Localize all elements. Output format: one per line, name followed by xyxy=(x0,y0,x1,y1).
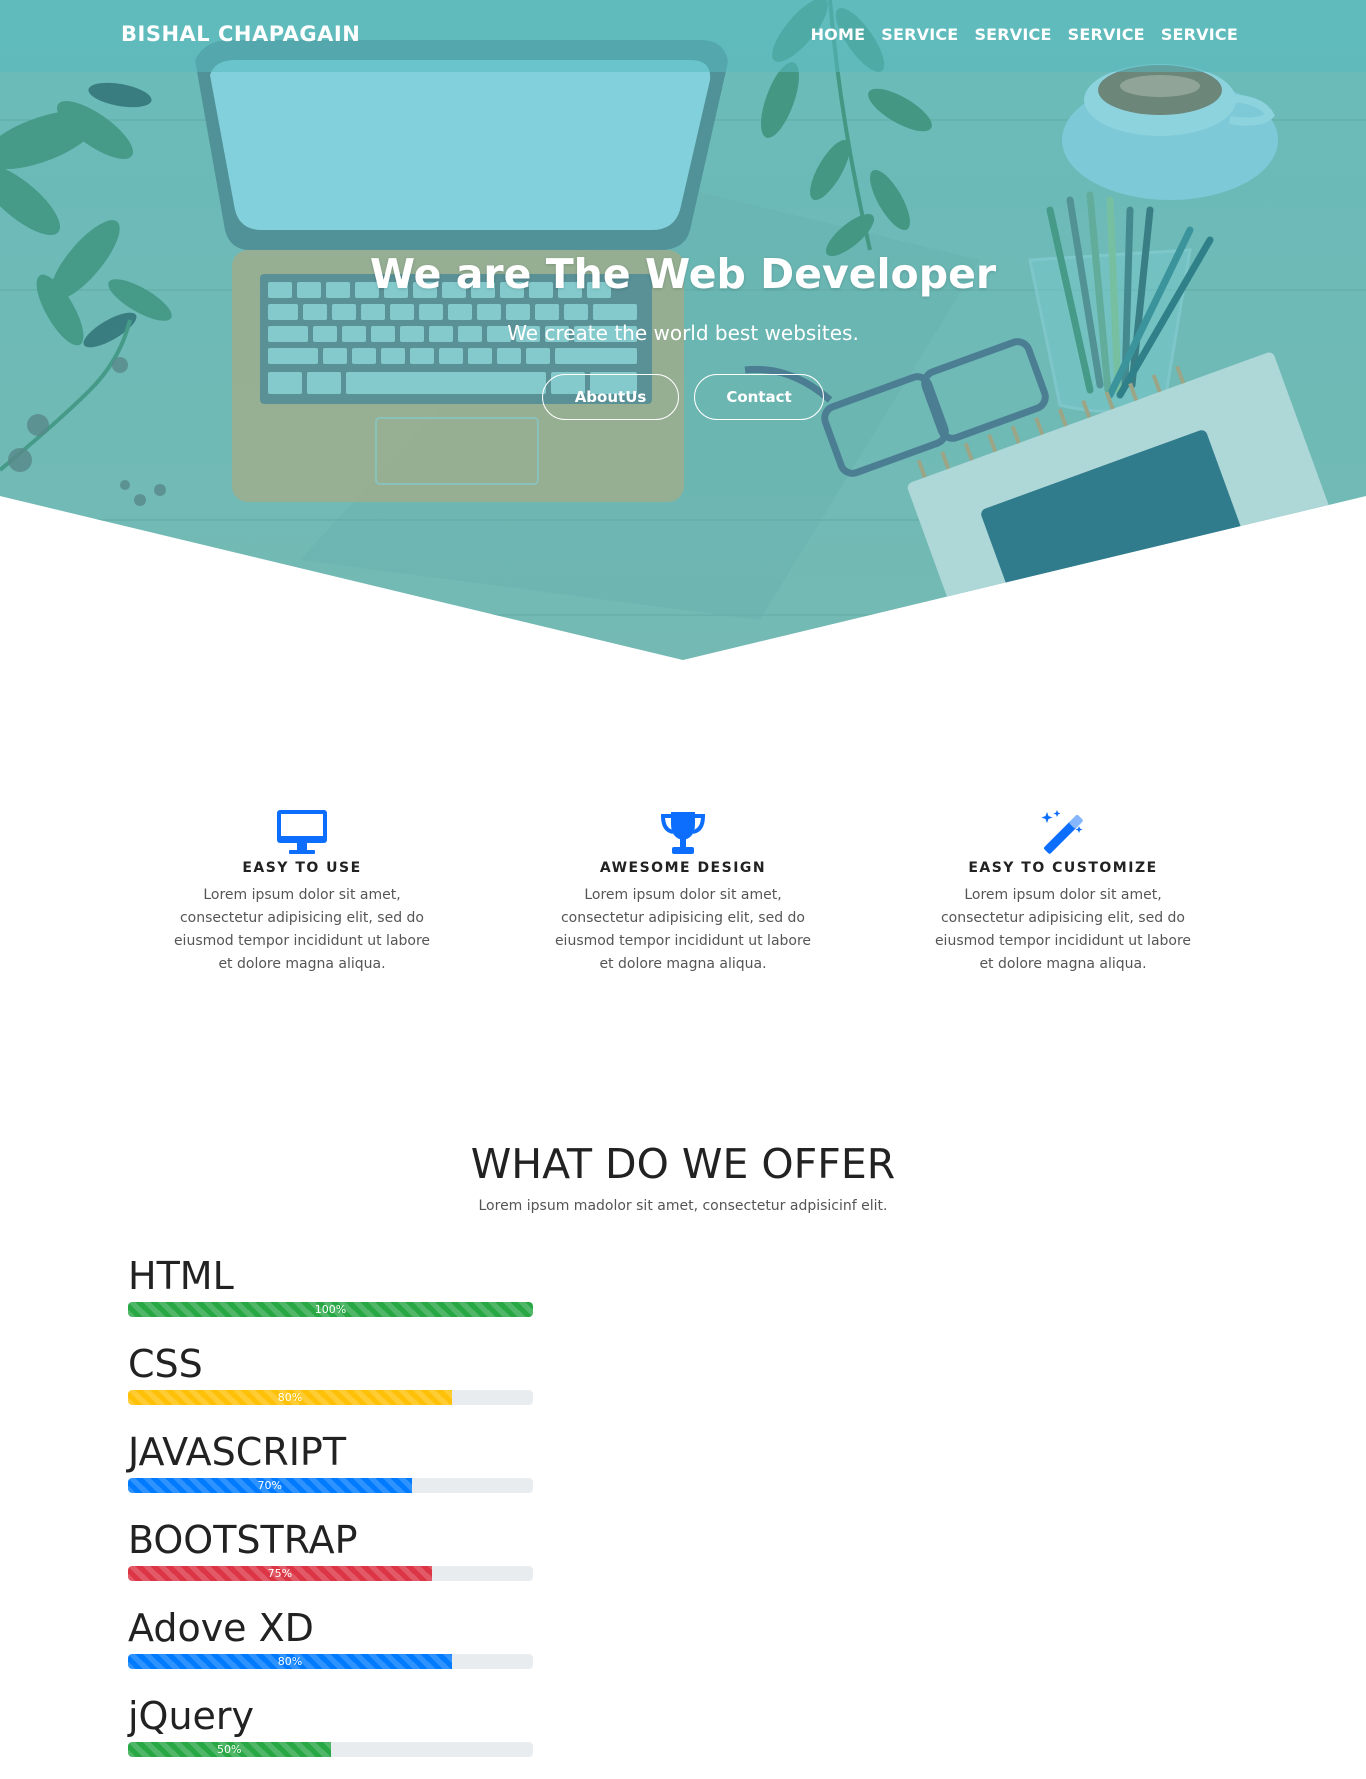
skill-css: CSS 80% xyxy=(128,1342,533,1405)
skill-jquery: jQuery 50% xyxy=(128,1694,533,1757)
feature-card-awesome-design: AWESOME DESIGN Lorem ipsum dolor sit ame… xyxy=(533,808,833,976)
nav-menu: HOME SERVICE SERVICE SERVICE SERVICE xyxy=(811,25,1238,44)
trophy-icon xyxy=(660,812,706,854)
progress-bar-fill: 75% xyxy=(128,1566,432,1581)
offer-section-subtitle: Lorem ipsum madolor sit amet, consectetu… xyxy=(478,1198,888,1214)
progress-bar-fill: 50% xyxy=(128,1742,331,1757)
hero-section: BISHAL CHAPAGAIN HOME SERVICE SERVICE SE… xyxy=(0,0,1366,660)
progress-bar-track: 80% xyxy=(128,1654,533,1669)
progress-bar-fill: 100% xyxy=(128,1302,533,1317)
feature-title: EASY TO CUSTOMIZE xyxy=(968,860,1158,876)
feature-title: EASY TO USE xyxy=(242,860,362,876)
about-us-button[interactable]: AboutUs xyxy=(542,374,679,420)
hero-subtitle: We create the world best websites. xyxy=(507,321,859,345)
desktop-monitor-icon xyxy=(277,810,327,854)
skill-name: Adove XD xyxy=(128,1606,314,1650)
feature-text: Lorem ipsum dolor sit amet, consectetur … xyxy=(554,887,812,972)
skill-html: HTML 100% xyxy=(128,1254,533,1317)
progress-bar-track: 80% xyxy=(128,1390,533,1405)
nav-link-service-3[interactable]: SERVICE xyxy=(1068,25,1145,44)
progress-bar-track: 100% xyxy=(128,1302,533,1317)
skill-javascript: JAVASCRIPT 70% xyxy=(128,1430,533,1493)
skill-name: BOOTSTRAP xyxy=(128,1518,358,1562)
progress-bar-track: 70% xyxy=(128,1478,533,1493)
feature-card-easy-to-customize: EASY TO CUSTOMIZE Lorem ipsum dolor sit … xyxy=(913,808,1213,976)
progress-bar-fill: 70% xyxy=(128,1478,412,1493)
brand-logo[interactable]: BISHAL CHAPAGAIN xyxy=(121,22,360,46)
nav-link-home[interactable]: HOME xyxy=(811,25,866,44)
skill-bootstrap: BOOTSTRAP 75% xyxy=(128,1518,533,1581)
navbar: BISHAL CHAPAGAIN HOME SERVICE SERVICE SE… xyxy=(0,0,1366,72)
feature-card-easy-to-use: EASY TO USE Lorem ipsum dolor sit amet, … xyxy=(152,808,452,976)
feature-text: Lorem ipsum dolor sit amet, consectetur … xyxy=(173,887,431,972)
skill-name: JAVASCRIPT xyxy=(128,1430,347,1474)
offer-section-title: WHAT DO WE OFFER xyxy=(470,1140,896,1188)
skill-name: jQuery xyxy=(128,1694,255,1738)
hero-title: We are The Web Developer xyxy=(369,250,997,298)
progress-bar-track: 75% xyxy=(128,1566,533,1581)
contact-button[interactable]: Contact xyxy=(694,374,824,420)
skill-adobe-xd: Adove XD 80% xyxy=(128,1606,533,1669)
magic-wand-icon xyxy=(1041,810,1083,854)
nav-link-service-4[interactable]: SERVICE xyxy=(1161,25,1238,44)
skill-name: HTML xyxy=(128,1254,234,1298)
nav-link-service-1[interactable]: SERVICE xyxy=(881,25,958,44)
nav-link-service-2[interactable]: SERVICE xyxy=(974,25,1051,44)
feature-title: AWESOME DESIGN xyxy=(599,860,767,876)
progress-bar-fill: 80% xyxy=(128,1390,452,1405)
feature-text: Lorem ipsum dolor sit amet, consectetur … xyxy=(934,887,1192,972)
skill-name: CSS xyxy=(128,1342,203,1386)
progress-bar-track: 50% xyxy=(128,1742,533,1757)
progress-bar-fill: 80% xyxy=(128,1654,452,1669)
